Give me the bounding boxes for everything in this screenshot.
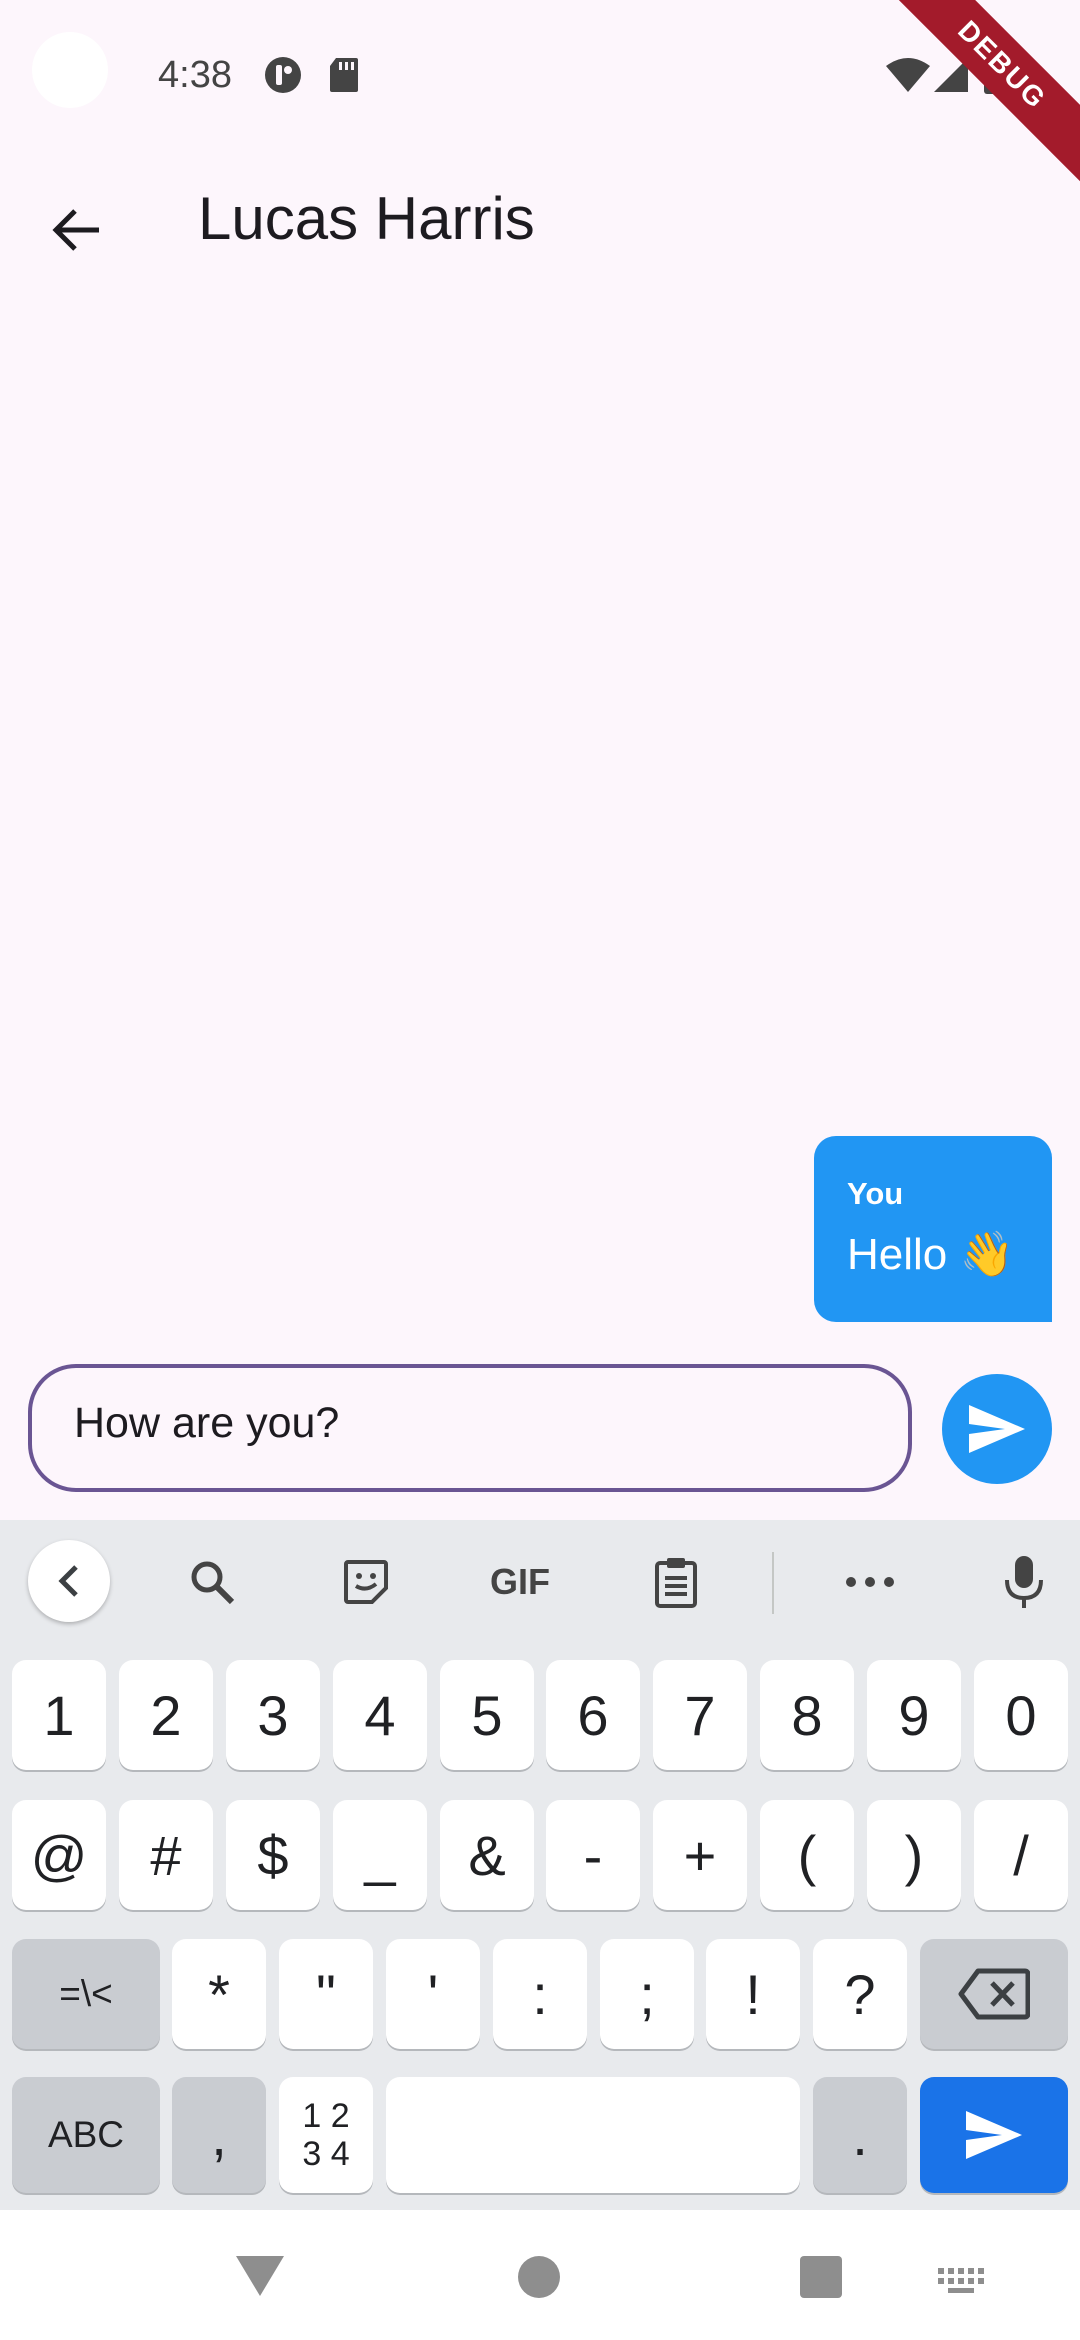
soft-keyboard: GIF 1 2 3 4 5 6 7 8 9 0 @ # $ _ & - + ( … [0,1520,1080,2210]
message-sender: You [847,1176,904,1211]
message-bubble-outgoing: You Hello 👋 [814,1136,1052,1322]
nav-back-button[interactable] [236,2256,284,2301]
camera-cutout [32,32,108,108]
key-more-symbols[interactable]: =\< [12,1939,160,2049]
system-nav-bar [0,2210,1080,2340]
key-abc[interactable]: ABC [12,2077,160,2193]
key-more-symbols-label: =\< [59,1973,113,2014]
mic-icon [1005,1556,1043,1608]
key-plus[interactable]: + [653,1800,747,1910]
message-input-container[interactable] [28,1364,912,1492]
key-semicolon[interactable]: ; [600,1939,694,2049]
keyboard-clipboard-button[interactable] [636,1542,716,1622]
nav-home-icon [518,2256,560,2298]
key-period[interactable]: . [813,2077,907,2193]
keyboard-sticker-button[interactable] [326,1542,406,1622]
nav-recents-button[interactable] [800,2256,842,2303]
chevron-left-icon [58,1565,78,1597]
message-text: Hello 👋 [847,1230,1015,1279]
key-2[interactable]: 2 [119,1660,213,1770]
key-underscore[interactable]: _ [333,1800,427,1910]
send-button[interactable] [942,1374,1052,1484]
key-paren-open[interactable]: ( [760,1800,854,1910]
keyboard-voice-button[interactable] [984,1542,1064,1622]
status-bar: 4:38 [0,0,1080,150]
keyboard-more-button[interactable] [830,1542,910,1622]
key-double-quote[interactable]: " [279,1939,373,2049]
key-single-quote[interactable]: ' [386,1939,480,2049]
keyboard-collapse-button[interactable] [28,1540,110,1622]
key-0[interactable]: 0 [974,1660,1068,1770]
back-button[interactable] [36,190,116,270]
wifi-icon [886,58,930,97]
key-9[interactable]: 9 [867,1660,961,1770]
send-icon [969,1405,1025,1453]
arrow-back-icon [52,209,99,251]
key-8[interactable]: 8 [760,1660,854,1770]
search-icon [191,1561,235,1605]
key-send[interactable] [920,2077,1068,2193]
key-5[interactable]: 5 [440,1660,534,1770]
sticker-icon [344,1560,388,1604]
key-numpad-bottom: 3 4 [302,2135,350,2173]
key-6[interactable]: 6 [546,1660,640,1770]
app-notification-icon [264,56,302,99]
key-slash[interactable]: / [974,1800,1068,1910]
keyboard-search-button[interactable] [172,1542,252,1622]
key-7[interactable]: 7 [653,1660,747,1770]
key-asterisk[interactable]: * [172,1939,266,2049]
key-at[interactable]: @ [12,1800,106,1910]
key-1[interactable]: 1 [12,1660,106,1770]
status-time: 4:38 [158,54,232,96]
keyboard-icon [938,2268,984,2293]
nav-keyboard-switch-button[interactable] [938,2268,984,2299]
nav-back-icon [236,2256,284,2296]
key-comma[interactable]: , [172,2077,266,2193]
key-question[interactable]: ? [813,1939,907,2049]
app-bar: Lucas Harris [0,150,1080,290]
message-input[interactable] [72,1398,876,1449]
conversation-title: Lucas Harris [198,185,535,252]
key-paren-close[interactable]: ) [867,1800,961,1910]
key-hash[interactable]: # [119,1800,213,1910]
key-minus[interactable]: - [546,1800,640,1910]
key-colon[interactable]: : [493,1939,587,2049]
key-abc-label: ABC [47,2114,125,2155]
key-numpad[interactable]: 1 2 3 4 [279,2077,373,2193]
keyboard-toolbar: GIF [0,1520,1080,1644]
more-horiz-icon [846,1577,894,1587]
key-exclamation[interactable]: ! [706,1939,800,2049]
backspace-icon [958,1968,1030,2020]
key-ampersand[interactable]: & [440,1800,534,1910]
nav-home-button[interactable] [518,2256,560,2303]
nav-recents-icon [800,2256,842,2298]
keyboard-gif-button[interactable]: GIF [480,1542,560,1622]
key-numpad-top: 1 2 [302,2097,350,2135]
key-3[interactable]: 3 [226,1660,320,1770]
send-icon [966,2111,1022,2159]
key-space[interactable] [386,2077,800,2193]
toolbar-divider [772,1552,774,1614]
key-4[interactable]: 4 [333,1660,427,1770]
clipboard-icon [655,1558,697,1608]
key-backspace[interactable] [920,1939,1068,2049]
key-dollar[interactable]: $ [226,1800,320,1910]
sd-card-icon [328,56,360,99]
